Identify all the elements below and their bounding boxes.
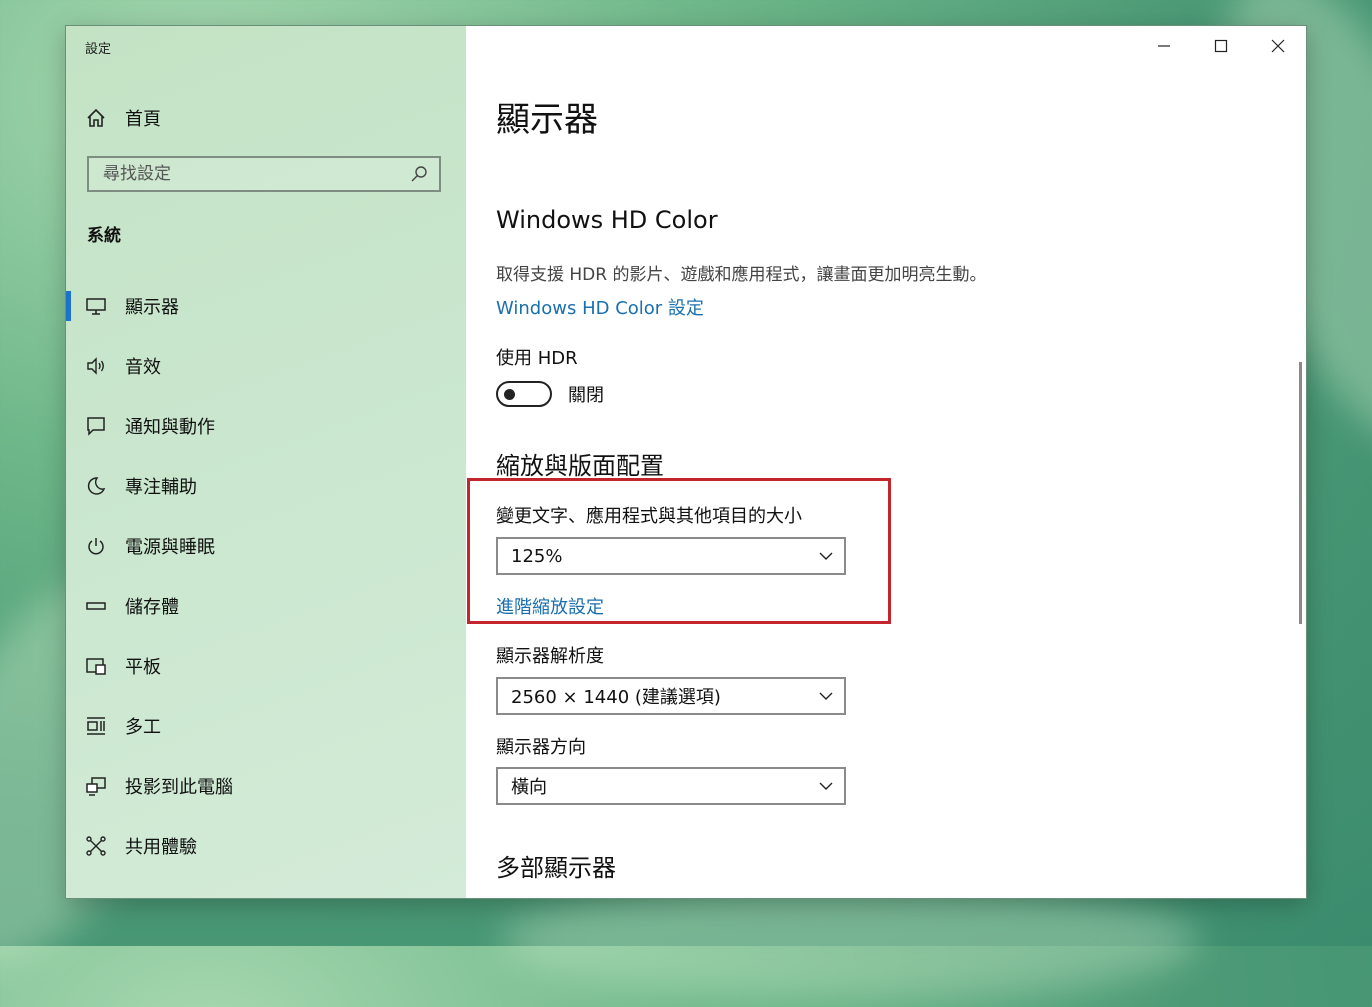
chevron-down-icon	[819, 782, 833, 790]
sidebar-item-project[interactable]: 投影到此電腦	[66, 756, 466, 816]
sidebar-item-label: 音效	[125, 357, 161, 378]
hdr-toggle[interactable]	[496, 381, 552, 407]
hdr-heading: Windows HD Color	[496, 206, 718, 234]
advanced-scaling-link[interactable]: 進階縮放設定	[496, 593, 604, 619]
sidebar-item-multitasking[interactable]: 多工	[66, 696, 466, 756]
sidebar-nav: 顯示器 音效 通知與動作 專注輔助 電源與睡眠 儲存體 平板 多工 投影到此電腦…	[66, 276, 466, 876]
shared-experience-icon	[85, 835, 107, 857]
sidebar-item-label: 儲存體	[125, 597, 179, 618]
scale-dropdown-value: 125%	[511, 545, 563, 567]
hdr-description: 取得支援 HDR 的影片、遊戲和應用程式，讓畫面更加明亮生動。	[496, 265, 987, 285]
resolution-dropdown-value: 2560 × 1440 (建議選項)	[511, 687, 721, 708]
close-icon	[1271, 39, 1284, 53]
sidebar-item-label: 專注輔助	[125, 477, 197, 498]
scale-layout-heading: 縮放與版面配置	[496, 452, 664, 480]
scrollbar[interactable]	[1299, 362, 1302, 624]
resolution-dropdown[interactable]: 2560 × 1440 (建議選項)	[496, 677, 846, 715]
moon-icon	[85, 475, 107, 497]
hdr-settings-link[interactable]: Windows HD Color 設定	[496, 294, 704, 320]
notification-icon	[85, 415, 107, 437]
sidebar-item-label: 共用體驗	[125, 837, 197, 858]
project-icon	[85, 775, 107, 797]
sidebar-item-label: 顯示器	[125, 297, 179, 318]
minimize-button[interactable]	[1135, 26, 1192, 66]
search-box[interactable]	[87, 156, 441, 192]
sidebar-item-focus-assist[interactable]: 專注輔助	[66, 456, 466, 516]
window-controls	[1135, 26, 1306, 66]
multiple-displays-heading: 多部顯示器	[496, 854, 616, 882]
home-label: 首頁	[125, 109, 161, 130]
chevron-down-icon	[819, 552, 833, 560]
maximize-button[interactable]	[1192, 26, 1249, 66]
page-title: 顯示器	[496, 100, 598, 140]
sidebar-item-power-sleep[interactable]: 電源與睡眠	[66, 516, 466, 576]
chevron-down-icon	[819, 692, 833, 700]
sidebar-item-tablet[interactable]: 平板	[66, 636, 466, 696]
settings-window: 設定 首頁 系統 顯示器 音效 通知與動作 專	[66, 26, 1306, 898]
hdr-toggle-row: 關閉	[496, 381, 604, 407]
monitor-icon	[85, 295, 107, 317]
orientation-dropdown-value: 橫向	[511, 777, 547, 798]
sidebar-item-display[interactable]: 顯示器	[66, 276, 466, 336]
sidebar-item-sound[interactable]: 音效	[66, 336, 466, 396]
main-pane: 顯示器 Windows HD Color 取得支援 HDR 的影片、遊戲和應用程…	[466, 26, 1306, 898]
minimize-icon	[1157, 45, 1170, 47]
orientation-label: 顯示器方向	[496, 737, 586, 758]
close-button[interactable]	[1249, 26, 1306, 66]
app-title: 設定	[85, 42, 112, 57]
storage-icon	[85, 595, 107, 617]
power-icon	[85, 535, 107, 557]
sidebar-item-label: 通知與動作	[125, 417, 215, 438]
speaker-icon	[85, 355, 107, 377]
sidebar: 設定 首頁 系統 顯示器 音效 通知與動作 專	[66, 26, 466, 898]
search-input[interactable]	[89, 163, 409, 185]
resolution-label: 顯示器解析度	[496, 646, 604, 667]
sidebar-item-shared-experiences[interactable]: 共用體驗	[66, 816, 466, 876]
scale-size-label: 變更文字、應用程式與其他項目的大小	[496, 506, 802, 527]
sidebar-item-label: 投影到此電腦	[125, 777, 233, 798]
sidebar-item-notifications[interactable]: 通知與動作	[66, 396, 466, 456]
sidebar-item-storage[interactable]: 儲存體	[66, 576, 466, 636]
search-icon[interactable]	[409, 164, 429, 184]
home-icon	[87, 108, 105, 127]
home-nav-item[interactable]: 首頁	[85, 104, 161, 132]
use-hdr-label: 使用 HDR	[496, 348, 578, 369]
hdr-toggle-state: 關閉	[568, 385, 604, 406]
sidebar-item-label: 平板	[125, 657, 161, 678]
section-title: 系統	[87, 226, 121, 246]
sidebar-item-label: 多工	[125, 717, 161, 738]
maximize-icon	[1214, 39, 1227, 53]
toggle-knob	[504, 389, 515, 400]
tablet-icon	[85, 655, 107, 677]
scale-dropdown[interactable]: 125%	[496, 537, 846, 575]
sidebar-item-label: 電源與睡眠	[125, 537, 215, 558]
multitask-icon	[85, 715, 107, 737]
orientation-dropdown[interactable]: 橫向	[496, 767, 846, 805]
wallpaper-streak	[500, 880, 1200, 1000]
